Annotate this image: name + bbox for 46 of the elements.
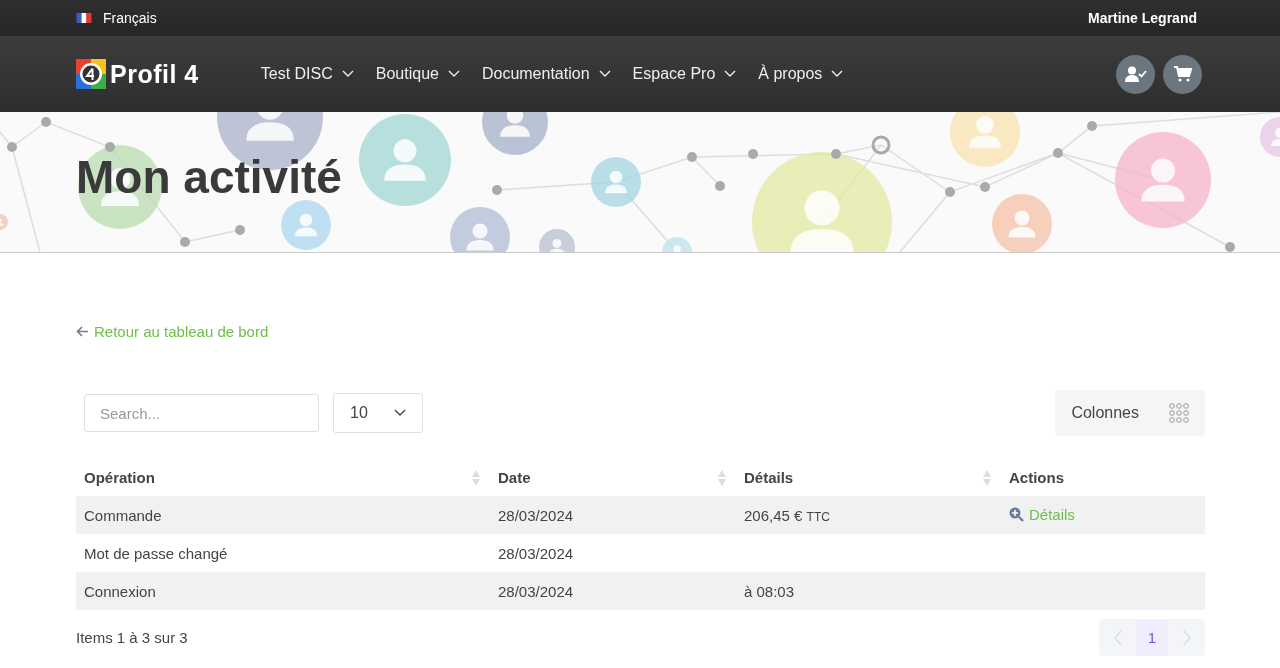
grid-dots-icon: [1169, 403, 1189, 423]
items-summary: Items 1 à 3 sur 3: [76, 629, 188, 646]
sort-icon[interactable]: [472, 470, 480, 486]
chevron-down-icon: [394, 409, 406, 417]
nav-menu-item[interactable]: Boutique: [375, 65, 460, 83]
chevron-down-icon: [598, 70, 611, 78]
chevron-down-icon: [341, 70, 354, 78]
chevron-right-icon: [1182, 629, 1191, 646]
chevron-down-icon: [447, 70, 460, 78]
chevron-down-icon: [831, 70, 844, 78]
cart-button[interactable]: [1163, 54, 1202, 94]
arrow-left-icon: [76, 326, 89, 337]
page-button[interactable]: 1: [1136, 619, 1168, 656]
nav-menu-item[interactable]: Test DISC: [260, 65, 354, 83]
brand-name[interactable]: Profil 4: [110, 59, 199, 89]
table-cell: 28/03/2024: [490, 496, 736, 534]
table-cell: 206,45 € TTC: [736, 496, 1001, 534]
logo-icon[interactable]: [76, 59, 106, 89]
sort-icon[interactable]: [718, 470, 726, 486]
cart-icon: [1173, 66, 1192, 82]
nav-menu-item[interactable]: À propos: [758, 65, 844, 83]
table-cell: 28/03/2024: [490, 534, 736, 572]
column-header[interactable]: Opération: [76, 458, 490, 496]
page-title: Mon activité: [76, 150, 342, 204]
user-check-icon: [1124, 66, 1147, 82]
table-cell: 28/03/2024: [490, 572, 736, 610]
table-cell: Commande: [76, 496, 490, 534]
zoom-in-icon: [1009, 506, 1024, 522]
table-cell: à 08:03: [736, 572, 1001, 610]
nav-menu-item[interactable]: Espace Pro: [632, 65, 737, 83]
column-header: Actions: [1001, 458, 1205, 496]
search-field[interactable]: Search...: [84, 394, 319, 432]
table-cell: Connexion: [76, 572, 490, 610]
chevron-left-icon: [1113, 629, 1122, 646]
table-cell: Mot de passe changé: [76, 534, 490, 572]
sort-icon[interactable]: [983, 470, 991, 486]
user-name[interactable]: Martine Legrand: [1088, 10, 1197, 26]
chevron-down-icon: [724, 70, 737, 78]
column-header[interactable]: Détails: [736, 458, 1001, 496]
language-link[interactable]: Français: [103, 10, 157, 26]
column-header[interactable]: Date: [490, 458, 736, 496]
french-flag-icon: [76, 13, 92, 23]
columns-button[interactable]: Colonnes: [1055, 390, 1205, 436]
page-size-select[interactable]: 10: [333, 393, 423, 433]
account-button[interactable]: [1116, 54, 1155, 94]
nav-menu-item[interactable]: Documentation: [481, 65, 611, 83]
